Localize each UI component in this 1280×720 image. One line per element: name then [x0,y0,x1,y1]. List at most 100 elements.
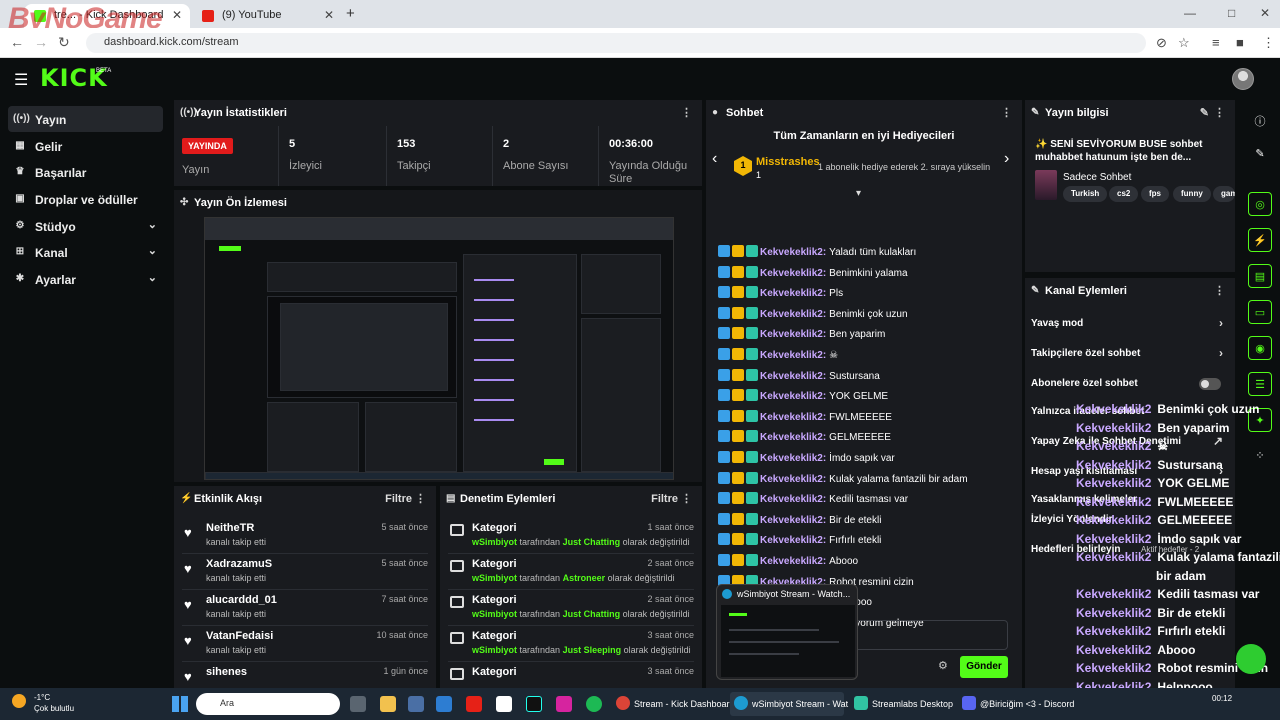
tiktok-icon[interactable] [526,696,542,712]
chat-username[interactable]: Kekvekeklik2: [760,515,826,526]
youtube-icon[interactable] [466,696,482,712]
more-options-icon[interactable]: ⋮ [415,492,426,505]
chat-username[interactable]: Kekvekeklik2: [760,556,826,567]
category-name[interactable]: Astroneer [563,573,606,583]
stream-tag[interactable]: funny [1173,186,1211,202]
more-options-icon[interactable]: ⋮ [1001,106,1012,119]
sidebar-item-ayarlar[interactable]: ✱ Ayarlar ⌄ [8,266,163,292]
activity-user[interactable]: sihenes [206,666,247,678]
apps-icon[interactable]: ⁘ [1248,444,1272,468]
media-icon[interactable]: ≡ [1212,35,1220,50]
action-slow-mode[interactable]: Yavaş mod › [1031,316,1229,338]
windows-start-icon[interactable] [172,696,188,712]
taskbar-app-chrome[interactable]: Stream - Kick Dashboar [612,692,730,716]
extension-icon[interactable]: ■ [1236,35,1244,50]
moderator-name[interactable]: wSimbiyot [472,609,517,619]
filter-button[interactable]: Filtre [651,493,678,505]
action-followers-only[interactable]: Takipçilere özel sohbet › [1031,346,1229,368]
filter-button[interactable]: Filtre [385,493,412,505]
reload-icon[interactable]: ↻ [58,34,70,51]
more-options-icon[interactable]: ⋮ [681,492,692,505]
document-icon[interactable]: ▤ [1248,264,1272,288]
sidebar-item-yayin[interactable]: ((•)) Yayın [8,106,163,132]
activity-user[interactable]: XadrazamuS [206,558,272,570]
taskbar-preview-popup[interactable]: wSimbiyot Stream - Watch... [716,584,858,680]
bookmark-star-icon[interactable]: ☆ [1178,35,1190,51]
taskbar-app-streamlabs[interactable]: Streamlabs Desktop [850,692,954,716]
taskbar-clock[interactable]: 00:12 [1212,693,1232,704]
chat-username[interactable]: Kekvekeklik2: [760,391,826,402]
bolt-icon[interactable]: ⚡ [1248,228,1272,252]
chat-username[interactable]: Kekvekeklik2: [760,432,826,443]
info-icon[interactable]: ⓘ [1248,108,1272,132]
chat-username[interactable]: Kekvekeklik2: [760,371,826,382]
chat-bubble-icon[interactable]: ▭ [1248,300,1272,324]
action-subscribers-only[interactable]: Abonelere özel sohbet [1031,378,1229,398]
more-options-icon[interactable]: ⋮ [1214,284,1225,297]
chat-username[interactable]: Kekvekeklik2: [760,494,826,505]
chat-username[interactable]: Kekvekeklik2: [760,288,826,299]
file-explorer-icon[interactable] [380,696,396,712]
preview-video[interactable] [204,217,674,480]
hamburger-menu-icon[interactable]: ☰ [14,70,28,90]
taskbar-app-edge[interactable]: wSimbiyot Stream - Wat [730,692,848,716]
category-name[interactable]: Just Sleeping [563,645,622,655]
chat-username[interactable]: Kekvekeklik2: [760,453,826,464]
back-icon[interactable]: ← [10,34,24,50]
chat-username[interactable]: Kekvekeklik2: [760,412,826,423]
maximize-icon[interactable]: □ [1228,6,1235,20]
new-tab-icon[interactable]: + [346,5,355,22]
tab-youtube[interactable]: (9) YouTube ✕ [192,4,342,28]
close-tab-icon[interactable]: ✕ [324,8,334,22]
send-button[interactable]: Gönder [960,656,1008,678]
sidebar-item-basarilar[interactable]: ♛ Başarılar [8,159,163,185]
stream-tag[interactable]: gam [1213,186,1235,202]
chat-username[interactable]: Kekvekeklik2: [760,268,826,279]
chevron-right-icon[interactable]: › [1004,150,1009,168]
taskbar-search-input[interactable]: Ara [196,693,340,715]
chat-username[interactable]: Kekvekeklik2: [760,535,826,546]
task-view-icon[interactable] [350,696,366,712]
edit-info-icon[interactable]: ✎ [1200,106,1209,119]
category-name[interactable]: Just Chatting [563,537,621,547]
broadcast-icon[interactable]: ◉ [1248,336,1272,360]
sidebar-item-droplar[interactable]: ▣ Droplar ve ödüller [8,186,163,212]
list-icon[interactable]: ☰ [1248,372,1272,396]
eye-off-icon[interactable]: ⊘ [1156,35,1167,51]
menu-dots-icon[interactable]: ⋮ [1262,35,1275,51]
stream-tag[interactable]: cs2 [1109,186,1139,202]
activity-user[interactable]: alucarddd_01 [206,594,277,606]
user-avatar[interactable] [1232,68,1254,90]
taskbar-app-discord[interactable]: @Biriciğim <3 - Discord [958,692,1074,716]
stream-tag[interactable]: Turkish [1063,186,1108,202]
sidebar-item-studyo[interactable]: ⚙ Stüdyo ⌄ [8,213,163,239]
more-options-icon[interactable]: ⋮ [1214,106,1225,119]
window-close-icon[interactable]: ✕ [1260,6,1270,20]
sidebar-item-kanal[interactable]: ⊞ Kanal ⌄ [8,239,163,265]
url-input[interactable]: dashboard.kick.com/stream [86,33,1146,53]
moderator-name[interactable]: wSimbiyot [472,573,517,583]
sidebar-item-gelir[interactable]: ▦ Gelir [8,133,163,159]
chat-username[interactable]: Kekvekeklik2: [760,474,826,485]
subscribers-only-toggle[interactable] [1199,378,1221,390]
chat-username[interactable]: Kekvekeklik2: [760,309,826,320]
pinned-toggle-icon[interactable]: ▾ [856,188,861,199]
category-name[interactable]: Just Chatting [563,609,621,619]
moderator-name[interactable]: wSimbiyot [472,645,517,655]
stream-category[interactable]: Sadece Sohbet [1063,172,1131,183]
chat-settings-icon[interactable]: ⚙ [938,659,948,672]
store-icon[interactable] [408,696,424,712]
chat-username[interactable]: Kekvekeklik2: [760,247,826,258]
floating-action-button[interactable] [1236,644,1266,674]
stream-tag[interactable]: fps [1141,186,1169,202]
camera-icon[interactable]: ◎ [1248,192,1272,216]
moderator-name[interactable]: wSimbiyot [472,537,517,547]
close-tab-icon[interactable]: ✕ [172,8,182,22]
more-options-icon[interactable]: ⋮ [681,106,692,119]
weather-widget[interactable]: -1°C Çok bulutlu [12,692,74,714]
instagram-icon[interactable] [556,696,572,712]
forward-icon[interactable]: → [34,34,48,50]
minimize-icon[interactable]: — [1184,6,1196,20]
chevron-left-icon[interactable]: ‹ [712,150,717,168]
activity-user[interactable]: NeitheTR [206,522,254,534]
